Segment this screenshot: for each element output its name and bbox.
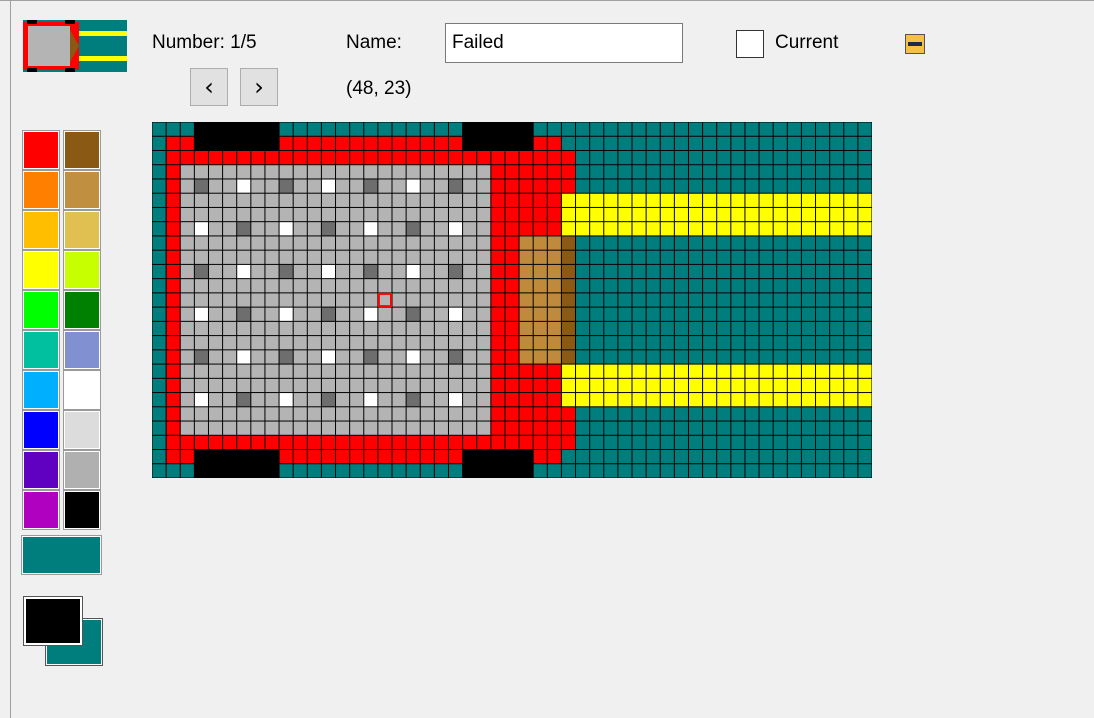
current-checkbox[interactable]: [736, 30, 764, 58]
palette-swatch[interactable]: [22, 410, 60, 450]
name-input[interactable]: [445, 23, 683, 63]
palette-swatch[interactable]: [22, 170, 60, 210]
pixel-editor-canvas[interactable]: [152, 122, 872, 478]
minimize-icon[interactable]: [905, 34, 925, 54]
palette-swatch[interactable]: [22, 250, 60, 290]
palette-swatch[interactable]: [63, 450, 101, 490]
chevron-right-icon: ›: [254, 73, 264, 101]
palette-swatch[interactable]: [22, 130, 60, 170]
palette-swatch[interactable]: [63, 330, 101, 370]
palette-swatch[interactable]: [63, 250, 101, 290]
palette-swatch[interactable]: [63, 130, 101, 170]
palette-swatch[interactable]: [63, 290, 101, 330]
chevron-left-icon: ‹: [204, 73, 214, 101]
palette-swatch[interactable]: [22, 370, 60, 410]
palette-swatch[interactable]: [22, 290, 60, 330]
sprite-preview-thumbnail[interactable]: [23, 20, 127, 72]
palette-swatch[interactable]: [63, 170, 101, 210]
next-frame-button[interactable]: ›: [240, 68, 278, 106]
palette-swatch[interactable]: [22, 450, 60, 490]
window-border-left: [10, 0, 11, 718]
name-label: Name:: [346, 32, 402, 53]
previous-frame-button[interactable]: ‹: [190, 68, 228, 106]
palette-swatch[interactable]: [63, 410, 101, 450]
palette-swatch[interactable]: [63, 370, 101, 410]
palette-swatch[interactable]: [22, 490, 60, 530]
current-label: Current: [775, 32, 839, 53]
palette-swatch[interactable]: [63, 490, 101, 530]
cursor-coordinates: (48, 23): [346, 78, 412, 99]
palette-swatch[interactable]: [22, 210, 60, 250]
palette-swatch[interactable]: [63, 210, 101, 250]
frame-number-label: Number: 1/5: [152, 32, 257, 53]
palette-swatch[interactable]: [22, 330, 60, 370]
transparent-color-swatch[interactable]: [21, 535, 102, 575]
window-border-top: [0, 0, 1094, 1]
foreground-color-swatch[interactable]: [23, 596, 83, 646]
